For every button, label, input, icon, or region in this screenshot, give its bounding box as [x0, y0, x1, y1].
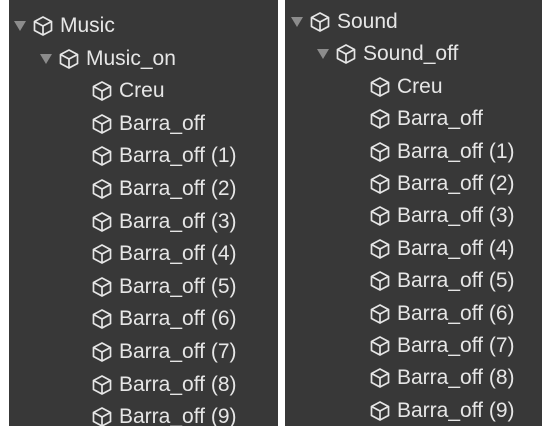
item-label: Barra_off (8) — [397, 366, 515, 389]
tree-item[interactable]: Barra_off (8) — [369, 363, 515, 393]
item-label: Barra_off (2) — [397, 172, 515, 195]
item-label: Music — [60, 14, 115, 37]
cube-icon — [369, 173, 391, 195]
cube-icon — [369, 205, 391, 227]
tree-root-music[interactable]: Music — [12, 11, 115, 41]
cube-icon — [91, 374, 113, 396]
hierarchy-panel-sound: Sound Sound_off Creu Barra_off Barra_off (1)… — [285, 0, 542, 426]
cube-icon — [335, 43, 357, 65]
item-label: Barra_off (1) — [397, 140, 515, 163]
tree-item[interactable]: Barra_off (7) — [369, 331, 515, 361]
tree-item[interactable]: Barra_off — [91, 109, 205, 139]
cube-icon — [309, 11, 331, 33]
tree-item[interactable]: Barra_off (9) — [369, 396, 515, 426]
item-label: Barra_off — [119, 112, 205, 135]
tree-item[interactable]: Barra_off (1) — [91, 141, 237, 171]
cube-icon — [58, 48, 80, 70]
cube-icon — [91, 211, 113, 233]
cube-icon — [91, 308, 113, 330]
item-label: Barra_off (8) — [119, 373, 237, 396]
cube-icon — [91, 341, 113, 363]
item-label: Creu — [119, 79, 165, 102]
item-label: Barra_off (5) — [397, 269, 515, 292]
cube-icon — [91, 276, 113, 298]
tree-item[interactable]: Creu — [91, 76, 165, 106]
item-label: Barra_off (6) — [397, 302, 515, 325]
item-label: Creu — [397, 75, 443, 98]
hierarchy-panel-music: Music Music_on Creu Barra_off Barra_off (1) B… — [9, 0, 278, 426]
cube-icon — [32, 15, 54, 37]
tree-item[interactable]: Barra_off (3) — [91, 207, 237, 237]
tree-item[interactable]: Barra_off (5) — [369, 266, 515, 296]
cube-icon — [369, 238, 391, 260]
tree-item[interactable]: Barra_off (9) — [91, 402, 237, 426]
item-label: Barra_off (7) — [397, 334, 515, 357]
cube-icon — [369, 141, 391, 163]
expand-arrow-icon[interactable] — [38, 51, 54, 67]
expand-arrow-icon[interactable] — [315, 46, 331, 62]
tree-item[interactable]: Barra_off — [369, 104, 483, 134]
cube-icon — [369, 367, 391, 389]
tree-item[interactable]: Barra_off (2) — [369, 169, 515, 199]
item-label: Sound — [337, 10, 398, 33]
tree-item[interactable]: Barra_off (6) — [91, 304, 237, 334]
item-label: Music_on — [86, 46, 176, 70]
item-label: Barra_off (4) — [397, 237, 515, 260]
tree-item[interactable]: Barra_off (5) — [91, 272, 237, 302]
cube-icon — [369, 76, 391, 98]
cube-icon — [91, 243, 113, 265]
item-label: Barra_off — [397, 107, 483, 130]
item-label: Barra_off (4) — [119, 242, 237, 265]
cube-icon — [369, 400, 391, 422]
tree-item[interactable]: Barra_off (7) — [91, 337, 237, 367]
item-label: Barra_off (7) — [119, 340, 237, 363]
item-label: Barra_off (6) — [119, 307, 237, 330]
tree-item[interactable]: Barra_off (4) — [369, 234, 515, 264]
tree-item[interactable]: Barra_off (8) — [91, 370, 237, 400]
tree-item[interactable]: Barra_off (2) — [91, 174, 237, 204]
item-label: Sound_off — [363, 42, 459, 66]
tree-item[interactable]: Barra_off (4) — [91, 239, 237, 269]
cube-icon — [369, 108, 391, 130]
item-label: Barra_off (9) — [119, 405, 237, 426]
expand-arrow-icon[interactable] — [12, 18, 28, 34]
item-label: Barra_off (1) — [119, 144, 237, 167]
item-label: Barra_off (9) — [397, 399, 515, 422]
item-label: Barra_off (3) — [397, 204, 515, 227]
cube-icon — [369, 303, 391, 325]
tree-root-sound[interactable]: Sound — [289, 7, 398, 37]
tree-item[interactable]: Barra_off (6) — [369, 299, 515, 329]
cube-icon — [91, 178, 113, 200]
tree-item[interactable]: Barra_off (3) — [369, 201, 515, 231]
cube-icon — [91, 113, 113, 135]
tree-item[interactable]: Creu — [369, 72, 443, 102]
tree-group-music_on[interactable]: Music_on — [38, 44, 176, 74]
item-label: Barra_off (3) — [119, 210, 237, 233]
cube-icon — [91, 145, 113, 167]
item-label: Barra_off (5) — [119, 275, 237, 298]
cube-icon — [91, 406, 113, 426]
tree-item[interactable]: Barra_off (1) — [369, 137, 515, 167]
expand-arrow-icon[interactable] — [289, 14, 305, 30]
cube-icon — [369, 335, 391, 357]
cube-icon — [369, 270, 391, 292]
cube-icon — [91, 80, 113, 102]
tree-group-sound_off[interactable]: Sound_off — [315, 39, 458, 69]
item-label: Barra_off (2) — [119, 177, 237, 200]
